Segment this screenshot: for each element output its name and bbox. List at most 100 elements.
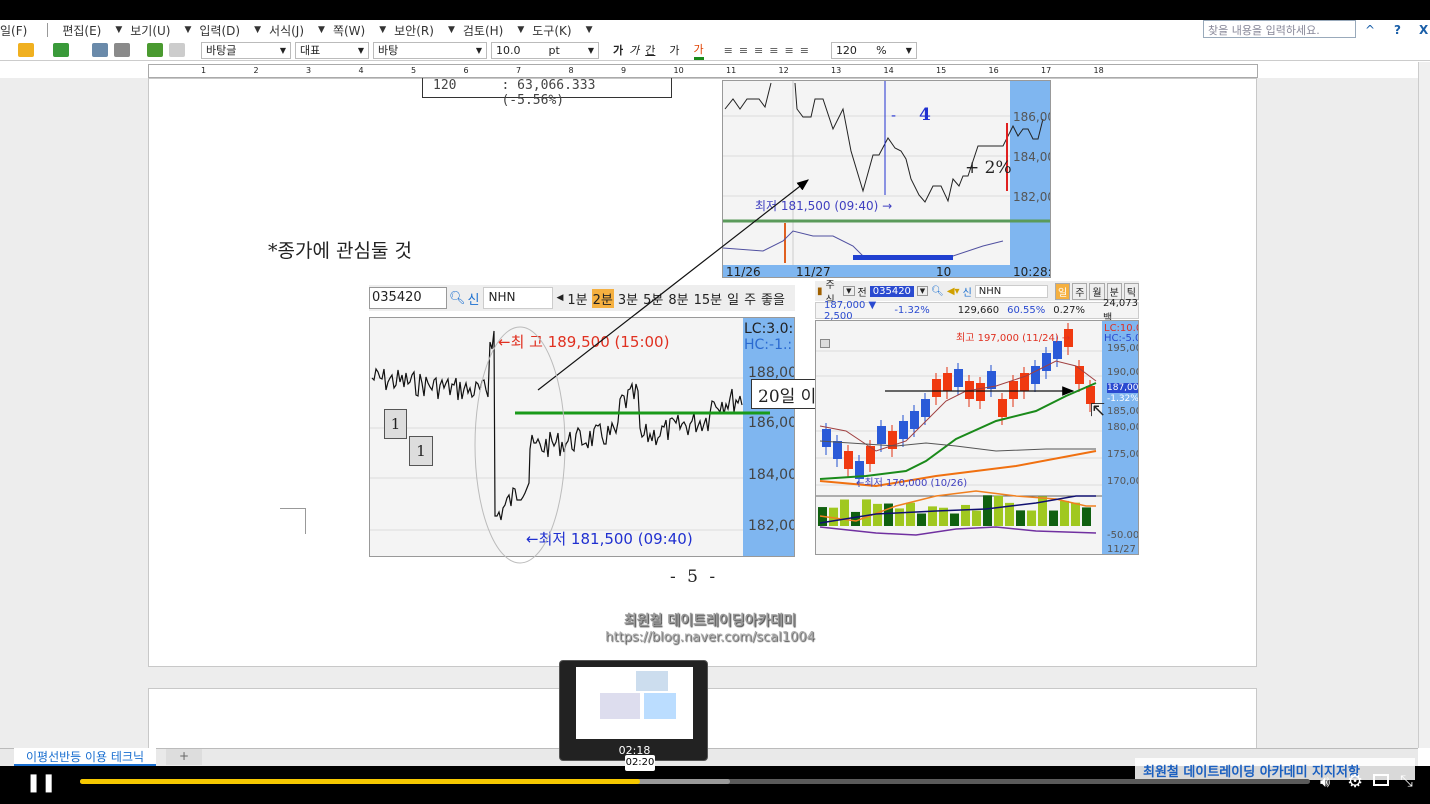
align-buttons[interactable]: ≡≡≡≡≡≡: [724, 44, 815, 57]
chart-menu-icon[interactable]: [820, 339, 830, 348]
print-icon[interactable]: [92, 43, 108, 57]
price-line: [371, 330, 743, 521]
preview-icon[interactable]: [114, 43, 130, 57]
ruler[interactable]: 1 2 3 4 5 6 7 8 9 10 11 12 13 14 15 16 17 18: [148, 64, 1258, 78]
redo-icon[interactable]: [169, 43, 185, 57]
ruler-tick: 15: [936, 66, 947, 75]
menu-insert[interactable]: 입력(D) ▼: [199, 22, 261, 39]
menu-format[interactable]: 서식(J) ▼: [269, 22, 325, 39]
menu-tools[interactable]: 도구(K) ▼: [532, 22, 592, 39]
volume-bar: [895, 508, 904, 526]
search-icon[interactable]: 🔍︎: [931, 286, 944, 297]
progress-fill[interactable]: [80, 779, 640, 784]
period-tab[interactable]: 주: [1072, 282, 1088, 300]
ruler-tick: 9: [621, 66, 627, 75]
period-tab[interactable]: 주: [743, 289, 757, 308]
candle: [910, 411, 919, 429]
menu-page[interactable]: 쪽(W) ▼: [333, 22, 386, 39]
period-tab[interactable]: 좋을: [760, 289, 786, 308]
new-badge: 신: [962, 287, 972, 299]
y-tick: 175,00: [1107, 449, 1139, 460]
menu-security[interactable]: 보안(R) ▼: [394, 22, 455, 39]
stock-name-field[interactable]: NHN: [974, 284, 1048, 298]
chevron-down-icon[interactable]: ▼: [843, 286, 855, 296]
chevron-down-icon: ▼: [585, 25, 593, 35]
menu-file[interactable]: 일(F): [0, 22, 27, 39]
y-tick: -50.00: [1107, 530, 1139, 541]
table-cell: 120: [433, 78, 457, 93]
ruler-tick: 7: [516, 66, 522, 75]
search-input[interactable]: 찾을 내용을 입력하세요.: [1203, 20, 1356, 38]
indicator-area: [853, 255, 953, 260]
period-tab[interactable]: 일: [726, 289, 740, 308]
period-tab[interactable]: 8분: [667, 289, 689, 308]
candle: [932, 379, 941, 397]
font-color-button[interactable]: 가: [693, 41, 704, 60]
collapse-ribbon-button[interactable]: ^: [1365, 23, 1375, 37]
underline-button[interactable]: 간: [645, 42, 655, 58]
y-tick: 184,00: [1013, 150, 1051, 164]
x-axis: [723, 265, 1050, 277]
candle: [943, 373, 952, 391]
strikethrough-button[interactable]: 가: [669, 42, 679, 58]
help-button[interactable]: ?: [1394, 23, 1401, 37]
add-tab-button[interactable]: +: [166, 749, 202, 765]
sheet-tab[interactable]: 이평선반등 이용 테크닉: [14, 748, 157, 766]
right-chart-plot: [816, 323, 1102, 536]
close-button[interactable]: X: [1419, 23, 1428, 37]
volume: 129,660: [957, 305, 1000, 316]
scroll-left-icon[interactable]: ◀: [556, 293, 563, 303]
volume-bar: [983, 495, 992, 526]
volume-bar: [906, 502, 915, 526]
y-tick: 184,00: [748, 467, 795, 483]
period-tab[interactable]: 3분: [617, 289, 639, 308]
y-tick: 182,00: [748, 518, 795, 534]
top-chart: - 4 최저 181,500 (09:40) → + 2% 186,00 184…: [722, 80, 1051, 278]
menu-view[interactable]: 보기(U) ▼: [130, 22, 191, 39]
line-spacing-select[interactable]: 120% ▼: [830, 41, 917, 59]
heading: *종가에 관심둘 것: [268, 240, 412, 262]
open-folder-icon[interactable]: [18, 43, 34, 57]
stock-code-input[interactable]: 035420: [369, 287, 447, 309]
seek-preview-thumbnail: 02:18: [559, 660, 708, 761]
ruler-tick: 10: [673, 66, 684, 75]
font-select[interactable]: 바탕 ▼: [373, 41, 487, 59]
period-tab[interactable]: 2분: [591, 288, 614, 308]
font-size-select[interactable]: 10.0 pt ▼: [491, 41, 599, 59]
italic-button[interactable]: 가: [629, 42, 639, 58]
new-badge: 신: [467, 292, 480, 308]
menu-label: 보기(U): [130, 23, 171, 38]
chevron-down-icon: ▼: [379, 25, 387, 35]
unit: pt: [548, 43, 560, 57]
period-tab[interactable]: 1분: [566, 289, 588, 308]
exit-fullscreen-icon[interactable]: ⤡: [1400, 771, 1413, 791]
volume-icon[interactable]: 🔊︎: [1320, 772, 1330, 792]
language-select[interactable]: 대표 ▼: [295, 41, 369, 59]
undo-icon[interactable]: [147, 43, 163, 57]
language-value: 대표: [300, 44, 321, 57]
pip-icon[interactable]: [1373, 774, 1389, 786]
vertical-scrollbar[interactable]: [1418, 62, 1430, 748]
candle: [866, 446, 875, 464]
annotation: -: [891, 108, 897, 124]
chevron-down-icon[interactable]: ▼: [916, 286, 929, 296]
save-icon[interactable]: [53, 43, 69, 57]
volume-bar: [917, 513, 926, 526]
volume-bar: [961, 504, 970, 526]
menu-review[interactable]: 검토(H) ▼: [463, 22, 524, 39]
stock-code-input[interactable]: 035420: [869, 285, 914, 297]
search-icon[interactable]: 🔍︎: [449, 291, 466, 306]
bold-button[interactable]: 가: [613, 42, 623, 58]
style-select[interactable]: 바탕글 ▼: [201, 41, 291, 59]
pause-icon[interactable]: ❚❚: [26, 772, 56, 793]
period-tab[interactable]: 15분: [693, 289, 724, 308]
menu-edit[interactable]: 편집(E) ▼: [62, 22, 122, 39]
gear-icon[interactable]: ⚙: [1347, 771, 1363, 792]
speaker-icon[interactable]: ◀▾: [947, 286, 960, 297]
period-tab[interactable]: 5분: [642, 289, 664, 308]
volume-bar: [1071, 502, 1080, 526]
stock-name-field[interactable]: NHN: [483, 287, 554, 309]
period-tab[interactable]: 일: [1054, 282, 1071, 300]
divider: [47, 23, 49, 37]
pct-label: + 2%: [965, 158, 1012, 178]
